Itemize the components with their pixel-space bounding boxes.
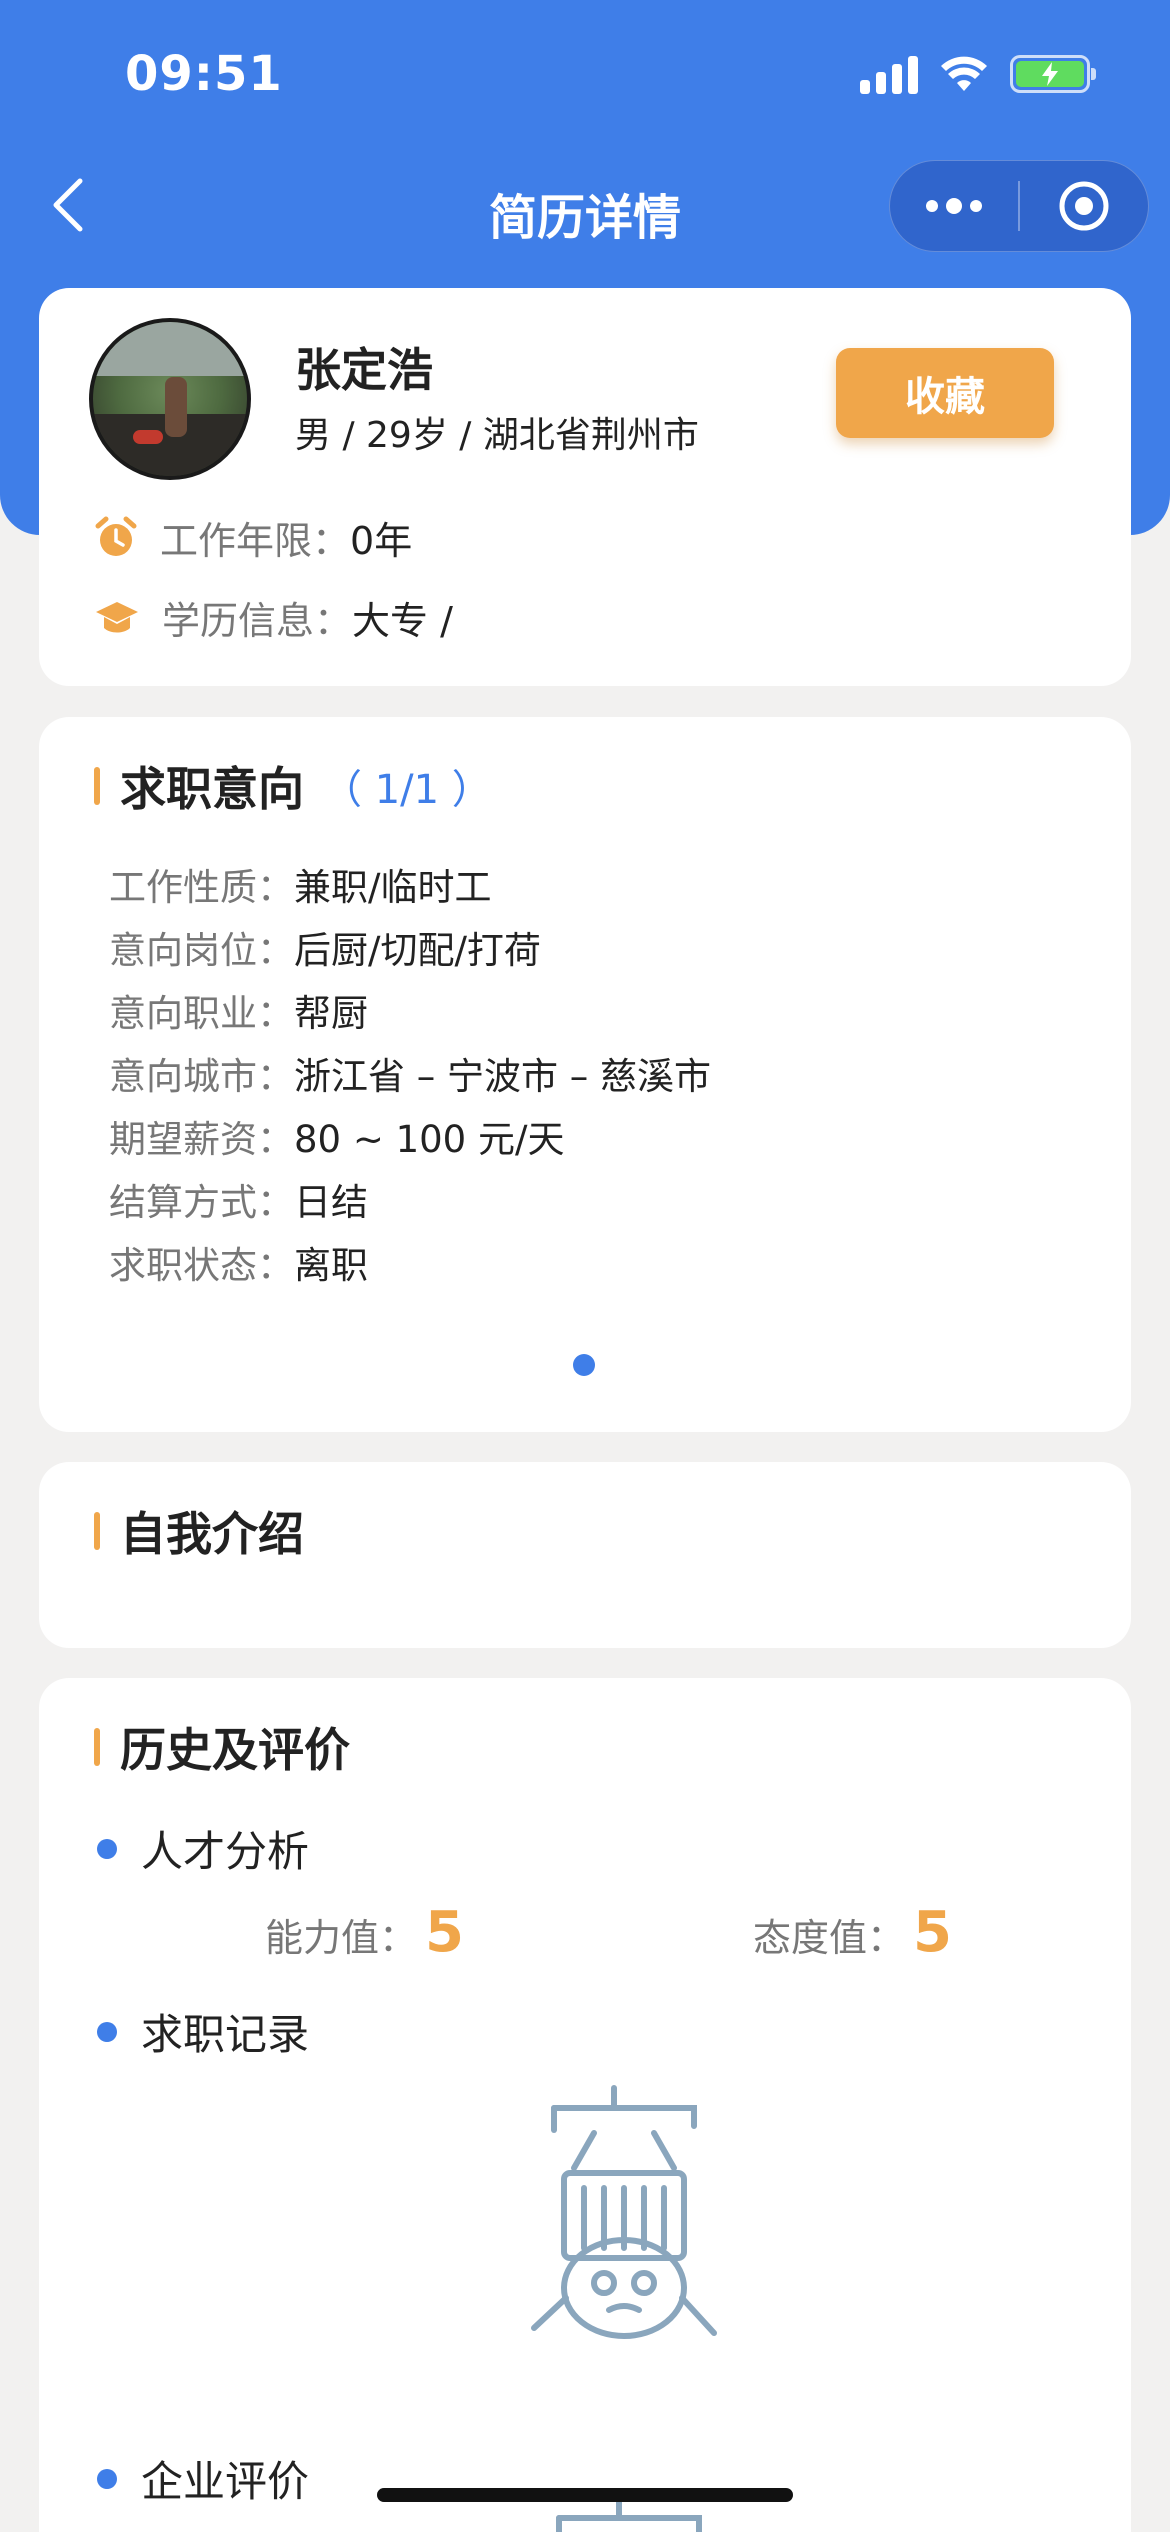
intent-row: 意向职业： 帮厨: [109, 983, 368, 1037]
company-reviews-heading: 企业评价: [97, 2448, 309, 2509]
empty-state-icon: [556, 2495, 702, 2532]
attitude-label: 态度值：: [753, 1916, 906, 1960]
title-accent-bar: [94, 1512, 100, 1550]
talent-analysis-heading: 人才分析: [97, 1818, 309, 1879]
intent-value: 离职: [294, 1244, 368, 1287]
history-title: 历史及评价: [94, 1714, 350, 1780]
work-years-label: 工作年限：: [160, 519, 351, 563]
self-intro-title-text: 自我介绍: [120, 1507, 304, 1561]
target-icon: [1059, 181, 1109, 231]
candidate-meta: 男 / 29岁 / 湖北省荆州市: [295, 415, 699, 456]
intent-value: 日结: [294, 1181, 368, 1224]
work-years-row: 工作年限： 0年: [94, 510, 412, 565]
bullet-dot: [97, 2021, 117, 2042]
intent-row: 工作性质： 兼职/临时工: [109, 857, 491, 911]
intent-key: 工作性质：: [109, 866, 294, 909]
intent-key: 求职状态：: [109, 1244, 294, 1287]
system-icons: [860, 54, 1096, 94]
history-card: 历史及评价 人才分析 能力值： 5 态度值： 5 求职记录 企业评价: [39, 1678, 1131, 2532]
intent-row: 求职状态： 离职: [109, 1235, 368, 1289]
intent-key: 期望薪资：: [109, 1118, 294, 1161]
job-intent-title-text: 求职意向: [120, 762, 304, 816]
intent-row: 意向城市： 浙江省 – 宁波市 – 慈溪市: [109, 1046, 711, 1100]
battery-icon: [1010, 55, 1096, 93]
candidate-name: 张定浩: [295, 343, 433, 397]
status-bar: 09:51: [0, 0, 1170, 150]
intent-row: 结算方式： 日结: [109, 1172, 368, 1226]
intent-value: 后厨/切配/打荷: [294, 929, 541, 972]
close-mini-program-button[interactable]: [1020, 161, 1148, 251]
ability-label: 能力值：: [265, 1916, 418, 1960]
job-records-heading: 求职记录: [97, 2001, 309, 2062]
talent-analysis-label: 人才分析: [141, 1827, 310, 1876]
bullet-dot: [97, 1838, 117, 1859]
job-intent-title: 求职意向 （ 1/1 ）: [94, 753, 492, 819]
nav-bar: 简历详情: [0, 150, 1170, 265]
signal-icon: [860, 54, 918, 94]
wifi-icon: [941, 56, 987, 91]
mini-program-capsule: [889, 160, 1149, 252]
intent-value: 帮厨: [294, 992, 368, 1035]
empty-state-icon: [531, 2085, 717, 2339]
title-accent-bar: [94, 1728, 100, 1766]
bullet-dot: [97, 2468, 117, 2489]
job-intent-card: 求职意向 （ 1/1 ） 工作性质： 兼职/临时工 意向岗位： 后厨/切配/打荷 意…: [39, 717, 1131, 1432]
education-value: 大专 /: [352, 599, 453, 643]
education-label: 学历信息：: [162, 599, 353, 643]
history-title-text: 历史及评价: [120, 1723, 350, 1777]
status-time: 09:51: [125, 46, 283, 102]
self-intro-title: 自我介绍: [94, 1498, 304, 1564]
favorite-button[interactable]: 收藏: [836, 348, 1054, 438]
intent-row: 期望薪资： 80 ~ 100 元/天: [109, 1109, 564, 1163]
more-dots-icon: [926, 198, 982, 214]
intent-key: 意向城市：: [109, 1055, 294, 1098]
intent-value: 兼职/临时工: [294, 866, 492, 909]
intent-row: 意向岗位： 后厨/切配/打荷: [109, 920, 541, 974]
profile-card: 张定浩 男 / 29岁 / 湖北省荆州市 收藏 工作年限： 0年 学历信息： 大…: [39, 288, 1131, 686]
graduation-cap-icon: [96, 601, 138, 632]
intent-value: 80 ~ 100 元/天: [294, 1118, 565, 1161]
intent-key: 意向职业：: [109, 992, 294, 1035]
more-button[interactable]: [890, 161, 1018, 251]
job-records-label: 求职记录: [141, 2010, 310, 2059]
attitude-value: 5: [913, 1900, 952, 1965]
avatar: [89, 318, 251, 480]
ability-value: 5: [425, 1900, 464, 1965]
pagination-dot[interactable]: [573, 1354, 595, 1376]
education-row: 学历信息： 大专 /: [94, 590, 453, 645]
intent-key: 结算方式：: [109, 1181, 294, 1224]
ability-score: 能力值： 5: [265, 1900, 464, 1965]
title-accent-bar: [94, 767, 100, 805]
intent-key: 意向岗位：: [109, 929, 294, 972]
job-intent-count: （ 1/1 ）: [322, 767, 492, 813]
company-reviews-label: 企业评价: [141, 2457, 310, 2506]
work-years-value: 0年: [350, 519, 413, 563]
attitude-score: 态度值： 5: [753, 1900, 952, 1965]
intent-value: 浙江省 – 宁波市 – 慈溪市: [294, 1055, 712, 1098]
home-indicator[interactable]: [377, 2488, 793, 2502]
alarm-clock-icon: [95, 516, 137, 556]
self-intro-card: 自我介绍: [39, 1462, 1131, 1648]
